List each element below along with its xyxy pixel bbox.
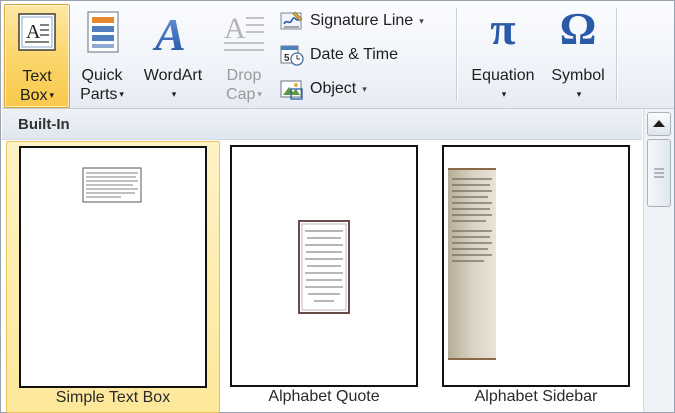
alphabet-sidebar-preview: [448, 168, 496, 360]
drop-cap-label-1: Drop: [226, 67, 262, 84]
quick-parts-label-1: Quick: [81, 67, 123, 84]
equation-label: Equation: [471, 67, 535, 84]
object-label: Object: [310, 80, 357, 98]
alphabet-quote-preview: [298, 220, 350, 314]
svg-text:A: A: [26, 21, 41, 43]
quick-parts-button[interactable]: Quick Parts ▾: [72, 4, 132, 106]
grip-icon: [654, 168, 664, 178]
simple-text-box-preview: [82, 167, 142, 203]
symbol-label: Symbol: [551, 67, 605, 84]
gallery-item-alphabet-quote[interactable]: Alphabet Quote: [218, 141, 430, 411]
pi-icon: π: [490, 3, 516, 54]
insert-gallery-panel: A Text Box ▾ Quick Parts ▾ A WordArt ▾ A…: [0, 0, 675, 413]
quick-parts-icon: [87, 11, 119, 53]
chevron-down-icon: ▾: [501, 89, 507, 100]
svg-text:A: A: [224, 12, 246, 45]
gallery-scrollbar[interactable]: [643, 109, 674, 412]
wordart-button[interactable]: A WordArt ▾: [134, 4, 212, 106]
section-title: Built-In: [18, 116, 70, 133]
svg-text:5: 5: [284, 53, 290, 64]
calendar-clock-icon: 5: [280, 45, 304, 66]
page-thumbnail: [19, 146, 207, 388]
text-box-button[interactable]: A Text Box ▾: [4, 4, 70, 108]
wordart-icon: A: [152, 10, 186, 56]
signature-line-icon: [280, 11, 303, 30]
gallery-item-label: Alphabet Sidebar: [474, 388, 598, 405]
page-thumbnail: [230, 145, 418, 387]
equation-button[interactable]: π Equation ▾: [462, 4, 544, 106]
signature-line-label: Signature Line: [310, 12, 414, 30]
text-box-label-2: Box: [19, 87, 48, 104]
chevron-down-icon: ▾: [362, 84, 367, 94]
date-time-label: Date & Time: [310, 46, 399, 63]
text-box-icon: A: [18, 13, 56, 51]
chevron-down-icon: ▾: [576, 89, 582, 100]
scroll-thumb[interactable]: [647, 139, 671, 207]
chevron-down-icon: ▾: [171, 89, 177, 100]
ribbon-text-group: A Text Box ▾ Quick Parts ▾ A WordArt ▾ A…: [2, 2, 674, 109]
drop-cap-button[interactable]: A Drop Cap ▾: [214, 4, 274, 106]
scroll-up-button[interactable]: [647, 112, 671, 136]
quick-parts-label-2: Parts: [80, 86, 118, 103]
drop-cap-icon: A: [224, 12, 264, 51]
group-divider: [456, 8, 457, 102]
chevron-down-icon: ▾: [257, 89, 262, 100]
drop-cap-label-2: Cap: [226, 86, 256, 103]
group-divider: [616, 8, 617, 102]
text-box-label-1: Text: [22, 68, 52, 85]
object-icon: [280, 80, 303, 100]
gallery-item-simple-text-box[interactable]: Simple Text Box: [6, 141, 220, 413]
triangle-up-icon: [653, 120, 665, 127]
gallery-item-label: Alphabet Quote: [268, 388, 380, 405]
symbol-button[interactable]: Ω Symbol ▾: [544, 4, 612, 106]
gallery-item-label: Simple Text Box: [55, 389, 171, 406]
text-box-gallery: Built-In Simple Text Box Alphabet Quote …: [2, 109, 642, 413]
section-header: Built-In: [2, 109, 642, 140]
date-time-button[interactable]: 5 Date & Time: [280, 42, 398, 68]
omega-icon: Ω: [559, 3, 597, 54]
chevron-down-icon: ▾: [119, 89, 124, 100]
gallery-item-alphabet-sidebar[interactable]: Alphabet Sidebar: [430, 141, 642, 411]
chevron-down-icon: ▾: [419, 16, 424, 26]
wordart-label: WordArt: [143, 67, 203, 84]
page-thumbnail: [442, 145, 630, 387]
object-button[interactable]: Object ▾: [280, 76, 367, 102]
signature-line-button[interactable]: Signature Line ▾: [280, 8, 424, 34]
chevron-down-icon: ▾: [49, 90, 55, 101]
svg-text:A: A: [152, 10, 186, 56]
